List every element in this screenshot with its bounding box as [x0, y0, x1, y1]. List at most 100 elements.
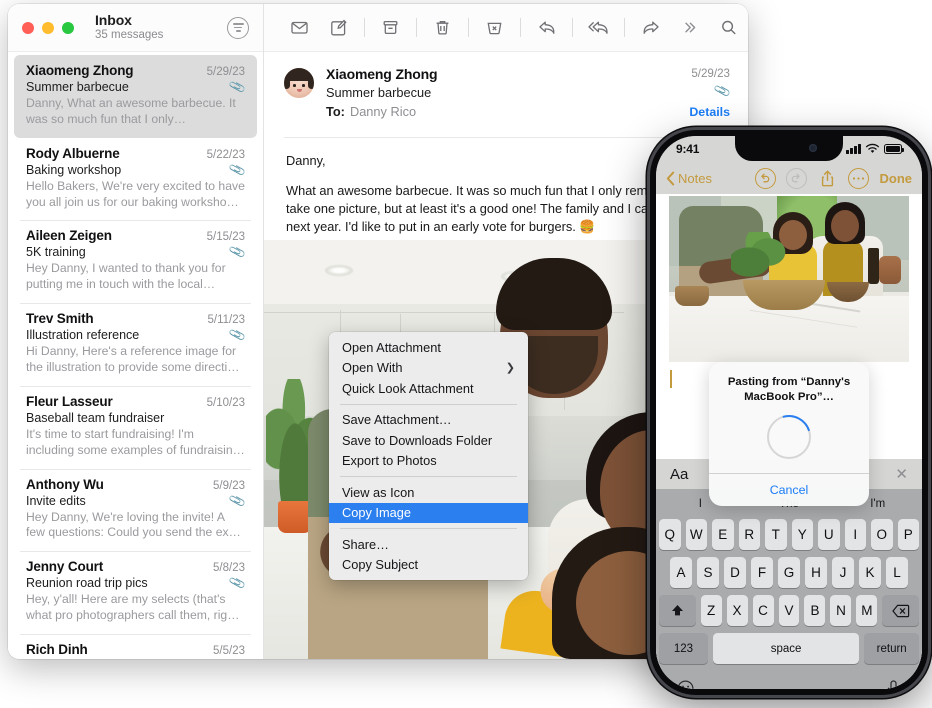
- key-j[interactable]: J: [832, 557, 854, 588]
- toolbar-separator: [572, 18, 573, 37]
- attachment-context-menu[interactable]: Open Attachment Open With ❯ Quick Look Atta…: [329, 332, 528, 580]
- cancel-button[interactable]: Cancel: [709, 473, 869, 506]
- key-l[interactable]: L: [886, 557, 908, 588]
- numbers-key[interactable]: 123: [659, 633, 708, 664]
- key-d[interactable]: D: [724, 557, 746, 588]
- key-i[interactable]: I: [844, 519, 866, 550]
- list-subject: Baseball team fundraiser: [26, 410, 165, 425]
- emoji-icon[interactable]: [676, 679, 695, 689]
- context-menu-item[interactable]: Open With ❯: [329, 358, 528, 379]
- key-s[interactable]: S: [697, 557, 719, 588]
- mark-unread-button[interactable]: [280, 13, 319, 43]
- undo-icon[interactable]: [754, 167, 776, 189]
- paperclip-icon: 📎: [228, 160, 247, 179]
- filter-icon[interactable]: [227, 16, 249, 39]
- return-key[interactable]: return: [864, 633, 919, 664]
- key-o[interactable]: O: [871, 519, 893, 550]
- key-x[interactable]: X: [726, 595, 748, 626]
- context-menu-item[interactable]: View as Icon: [329, 482, 528, 503]
- message-list-item[interactable]: Fleur Lasseur 5/10/23 Baseball team fundra…: [14, 385, 257, 469]
- signal-bars-icon: [846, 144, 861, 154]
- onscreen-keyboard[interactable]: ITheI'm QWERTYUIOP ASDFGHJKL ZXCVBNM: [656, 489, 922, 689]
- key-w[interactable]: W: [685, 519, 707, 550]
- key-e[interactable]: E: [712, 519, 734, 550]
- more-button[interactable]: [670, 13, 709, 43]
- message-list-item[interactable]: Jenny Court 5/8/23 Reunion road trip pics 📎…: [14, 551, 257, 634]
- message-list-item[interactable]: Aileen Zeigen 5/15/23 5K training 📎 Hey Dann…: [14, 220, 257, 303]
- junk-button[interactable]: [475, 13, 514, 43]
- context-menu-item[interactable]: Save to Downloads Folder: [329, 430, 528, 451]
- status-time: 9:41: [676, 142, 700, 156]
- context-menu-item[interactable]: Copy Subject: [329, 555, 528, 576]
- shift-icon[interactable]: [659, 595, 696, 626]
- zoom-button[interactable]: [62, 21, 74, 34]
- list-preview: Danny, What an awesome barbecue. It was …: [26, 96, 236, 126]
- compose-button[interactable]: [319, 13, 358, 43]
- key-k[interactable]: K: [859, 557, 881, 588]
- chevron-right-icon: ❯: [505, 362, 515, 375]
- delete-button[interactable]: [423, 13, 462, 43]
- mailbox-title: Inbox: [95, 11, 132, 28]
- message-list-item[interactable]: Xiaomeng Zhong 5/29/23 Summer barbecue 📎 Dan…: [14, 55, 257, 138]
- context-menu-item-label: Export to Photos: [342, 453, 437, 469]
- key-a[interactable]: A: [670, 557, 692, 588]
- context-menu-item[interactable]: Copy Image: [329, 502, 528, 523]
- message-list-item[interactable]: Rich Dinh5/5/23Trip to Zion National Par…: [14, 634, 257, 659]
- ellipsis-icon[interactable]: [847, 167, 869, 189]
- microphone-icon[interactable]: [885, 679, 902, 689]
- context-menu-item[interactable]: Open Attachment: [329, 337, 528, 358]
- paperclip-icon: 📎: [228, 657, 247, 659]
- space-key[interactable]: space: [712, 633, 860, 664]
- keyboard-row-3[interactable]: ZXCVBNM: [656, 595, 922, 626]
- back-to-notes-button[interactable]: Notes: [666, 171, 712, 186]
- search-button[interactable]: [709, 13, 748, 43]
- message-list-item[interactable]: Trev Smith 5/11/23 Illustration reference 📎…: [14, 303, 257, 386]
- reply-button[interactable]: [527, 13, 566, 43]
- key-c[interactable]: C: [752, 595, 774, 626]
- forward-button[interactable]: [631, 13, 670, 43]
- backspace-icon[interactable]: [882, 595, 919, 626]
- close-button[interactable]: [22, 21, 34, 34]
- context-menu-item[interactable]: Export to Photos: [329, 451, 528, 472]
- key-g[interactable]: G: [778, 557, 800, 588]
- context-menu-separator: [340, 528, 517, 529]
- details-link[interactable]: Details: [689, 105, 730, 119]
- keyboard-row-4[interactable]: 123 space return: [656, 633, 922, 664]
- list-sender: Xiaomeng Zhong: [26, 63, 134, 78]
- done-button[interactable]: Done: [880, 171, 913, 186]
- keyboard-row-1[interactable]: QWERTYUIOP: [656, 519, 922, 550]
- key-m[interactable]: M: [856, 595, 878, 626]
- message-list[interactable]: Xiaomeng Zhong 5/29/23 Summer barbecue 📎 Dan…: [8, 52, 263, 659]
- window-controls: [22, 21, 74, 34]
- key-f[interactable]: F: [751, 557, 773, 588]
- key-q[interactable]: Q: [659, 519, 681, 550]
- context-menu-item[interactable]: Quick Look Attachment: [329, 378, 528, 399]
- list-preview: Hello Bakers, We're very excited to have…: [26, 178, 245, 209]
- message-list-item[interactable]: Anthony Wu 5/9/23 Invite edits 📎 Hey Danny, …: [14, 468, 257, 552]
- reply-all-button[interactable]: [579, 13, 618, 43]
- archive-button[interactable]: [371, 13, 410, 43]
- key-h[interactable]: H: [805, 557, 827, 588]
- back-label: Notes: [678, 170, 712, 186]
- keyboard-row-2[interactable]: ASDFGHJKL: [656, 557, 922, 588]
- context-menu-item[interactable]: Save Attachment…: [329, 410, 528, 431]
- message-count: 35 messages: [95, 29, 164, 42]
- key-u[interactable]: U: [818, 519, 840, 550]
- key-y[interactable]: Y: [791, 519, 813, 550]
- context-menu-item[interactable]: Share…: [329, 534, 528, 555]
- key-p[interactable]: P: [897, 519, 919, 550]
- list-sender: Anthony Wu: [26, 476, 104, 492]
- key-t[interactable]: T: [765, 519, 787, 550]
- minimize-button[interactable]: [42, 21, 54, 34]
- text-format-button[interactable]: Aa: [670, 466, 688, 483]
- key-v[interactable]: V: [778, 595, 800, 626]
- message-list-item[interactable]: Rody Albuerne 5/22/23 Baking workshop 📎 Hell…: [14, 138, 257, 221]
- close-icon[interactable]: ✕: [895, 465, 908, 483]
- key-r[interactable]: R: [738, 519, 760, 550]
- share-icon[interactable]: [817, 168, 838, 189]
- message-date: 5/29/23: [691, 67, 730, 80]
- key-b[interactable]: B: [804, 595, 826, 626]
- note-photo[interactable]: [669, 196, 909, 362]
- key-z[interactable]: Z: [700, 595, 722, 626]
- key-n[interactable]: N: [830, 595, 852, 626]
